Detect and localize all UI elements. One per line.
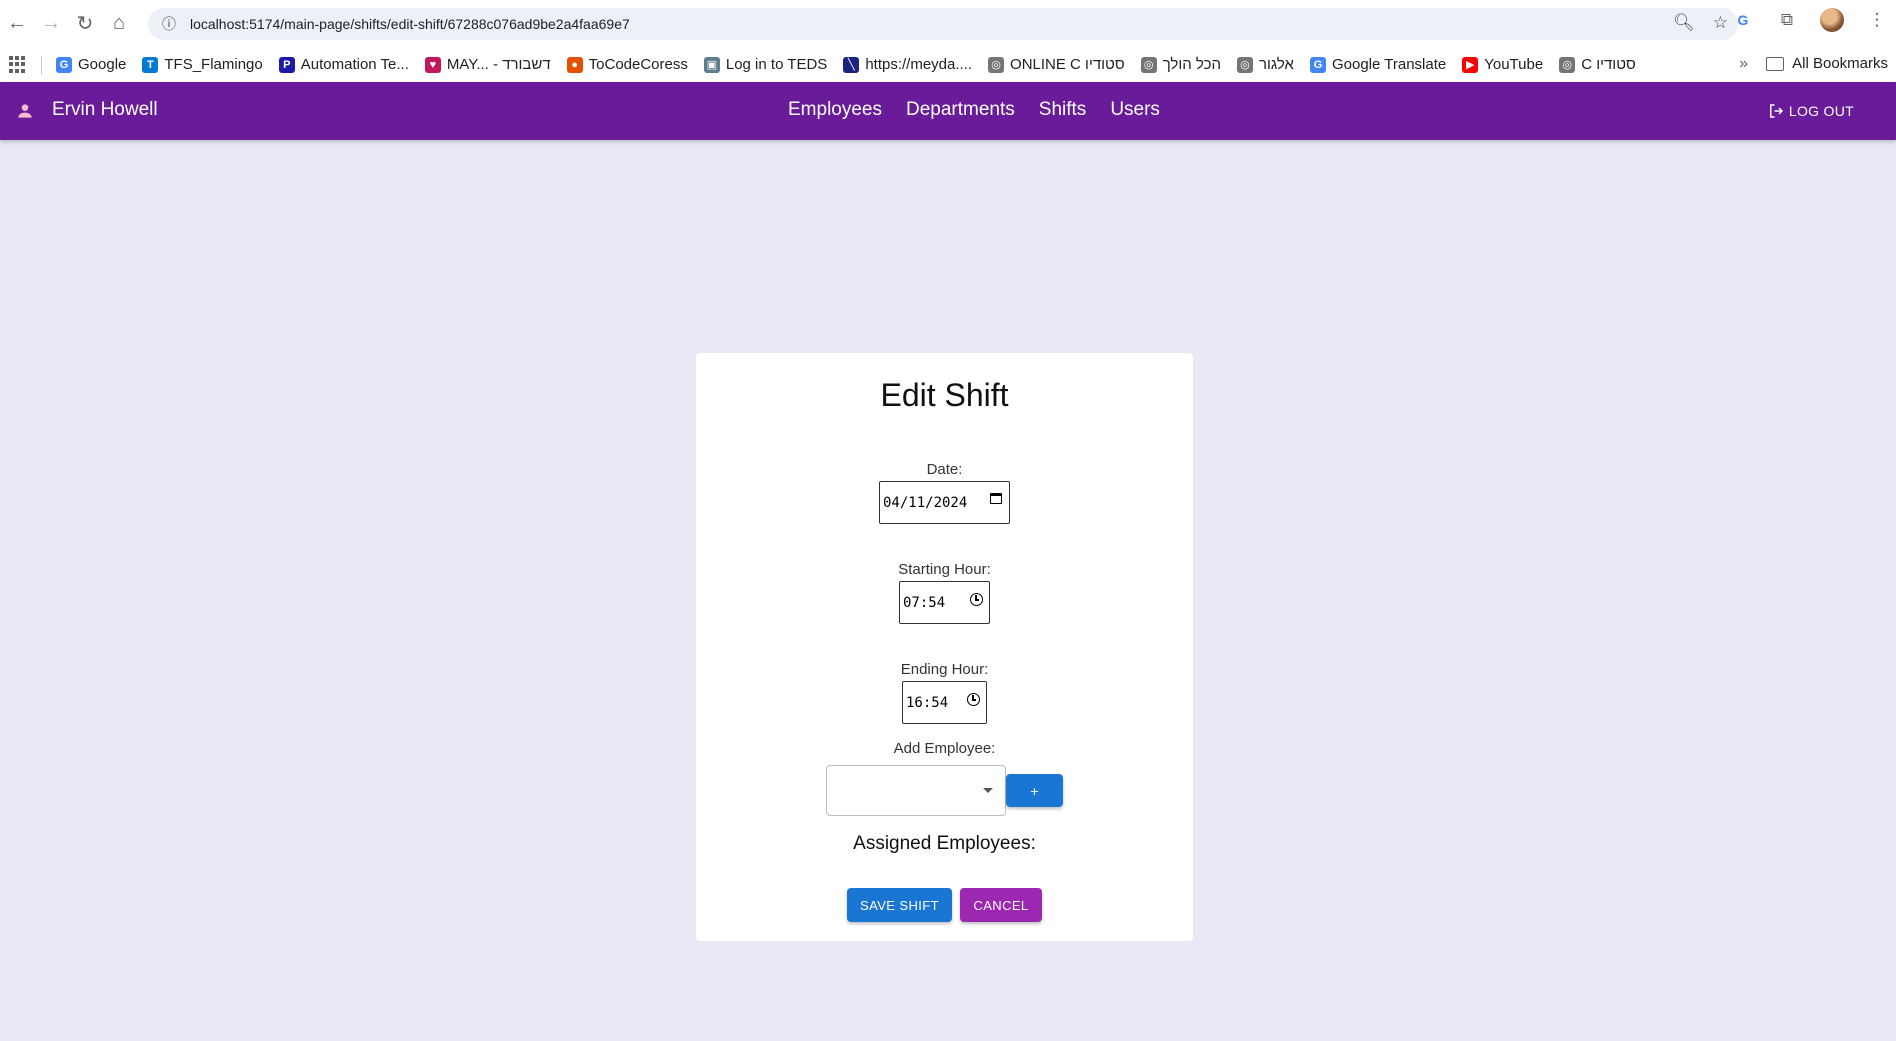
nav-employees[interactable]: Employees xyxy=(788,99,882,121)
clock-icon[interactable] xyxy=(967,693,980,706)
bookmark-item[interactable]: T TFS_Flamingo xyxy=(142,56,263,73)
bookmark-item[interactable]: ╲ https://meyda.... xyxy=(843,56,972,73)
folder-icon xyxy=(1766,56,1785,71)
logout-icon xyxy=(1769,104,1783,118)
cancel-button[interactable]: CANCEL xyxy=(960,888,1042,922)
logout-button[interactable]: LOG OUT xyxy=(1767,102,1854,120)
bookmark-label: Log in to TEDS xyxy=(725,56,828,73)
bookmark-favicon-icon: ◎ xyxy=(1140,56,1157,73)
nav-departments[interactable]: Departments xyxy=(906,99,1015,121)
end-hour-input[interactable]: 16:54 xyxy=(902,681,987,724)
zoom-icon[interactable]: 🔍︎ xyxy=(1673,13,1695,33)
site-info-icon[interactable]: ⓘ xyxy=(158,13,180,35)
start-hour-input[interactable]: 07:54 xyxy=(899,581,990,624)
bookmark-favicon-icon: T xyxy=(142,56,159,73)
all-bookmarks-button[interactable]: All Bookmarks xyxy=(1766,55,1888,72)
date-value: 04/11/2024 xyxy=(883,494,968,511)
all-bookmarks-label: All Bookmarks xyxy=(1792,55,1888,72)
user-name: Ervin Howell xyxy=(52,99,158,120)
edit-shift-card: Edit Shift Date: 04/11/2024 Starting Hou… xyxy=(696,353,1193,941)
bookmark-item[interactable]: P Automation Te... xyxy=(278,56,409,73)
bookmark-label: YouTube xyxy=(1484,56,1544,73)
bookmark-star-icon[interactable]: ☆ xyxy=(1713,13,1728,33)
bookmark-label: Automation Te... xyxy=(300,56,409,73)
end-hour-label: Ending Hour: xyxy=(900,661,989,678)
bookmark-item[interactable]: ▶ YouTube xyxy=(1462,56,1543,73)
bookmark-item[interactable]: ♥ MAY... - דשבורד xyxy=(424,56,551,73)
date-label: Date: xyxy=(926,461,963,478)
employee-select[interactable] xyxy=(826,765,1006,816)
bookmark-favicon-icon: ▶ xyxy=(1462,56,1479,73)
reload-icon[interactable]: ↻ xyxy=(68,7,102,41)
bookmark-favicon-icon: ▣ xyxy=(703,56,720,73)
profile-avatar[interactable] xyxy=(1820,8,1844,32)
bookmark-favicon-icon: G xyxy=(1309,56,1326,73)
bookmark-item[interactable]: ● ToCodeCoress xyxy=(566,56,688,73)
nav-users[interactable]: Users xyxy=(1110,99,1160,121)
bookmarks-bar: G Google T TFS_Flamingo P Automation Te... ♥ MA… xyxy=(0,47,1896,83)
bookmark-label: Google Translate xyxy=(1331,56,1447,73)
bookmark-favicon-icon: P xyxy=(278,56,295,73)
home-icon[interactable]: ⌂ xyxy=(102,7,136,41)
bookmark-favicon-icon: ◎ xyxy=(988,56,1005,73)
bookmark-item[interactable]: ◎ אלגור xyxy=(1236,56,1294,73)
end-hour-value: 16:54 xyxy=(906,694,949,711)
back-icon[interactable]: ← xyxy=(0,7,34,41)
bookmark-favicon-icon: G xyxy=(56,56,72,73)
bookmarks-separator xyxy=(41,55,42,74)
extensions-icon[interactable]: ⧉ xyxy=(1776,9,1798,31)
apps-icon[interactable] xyxy=(9,55,27,74)
forward-icon[interactable]: → xyxy=(34,7,68,41)
bookmark-item[interactable]: ◎ C סטודיו xyxy=(1559,56,1636,73)
start-hour-label: Starting Hour: xyxy=(898,561,991,578)
bookmark-item[interactable]: G Google xyxy=(56,56,126,73)
bookmark-label: הכל הולך xyxy=(1162,56,1221,73)
start-hour-value: 07:54 xyxy=(903,594,946,611)
bookmark-favicon-icon: ╲ xyxy=(843,56,860,73)
person-icon xyxy=(18,104,32,118)
bookmark-favicon-icon: ♥ xyxy=(424,56,441,73)
add-employee-button[interactable]: + xyxy=(1006,774,1063,807)
add-employee-label: Add Employee: xyxy=(893,740,996,757)
bookmark-label: TFS_Flamingo xyxy=(164,56,263,73)
bookmark-label: ONLINE C סטודיו xyxy=(1010,56,1125,73)
bookmark-item[interactable]: ▣ Log in to TEDS xyxy=(703,56,828,73)
browser-toolbar: ← → ↻ ⌂ ⓘ localhost:5174/main-page/shift… xyxy=(0,0,1896,47)
translate-icon[interactable]: G xyxy=(1732,9,1754,31)
calendar-icon[interactable] xyxy=(990,493,1002,504)
more-bookmarks-icon[interactable]: » xyxy=(1739,55,1748,73)
main-nav: Employees Departments Shifts Users xyxy=(788,99,1160,121)
date-input[interactable]: 04/11/2024 xyxy=(879,481,1010,524)
chevron-down-icon xyxy=(983,788,993,793)
bookmark-item[interactable]: ◎ הכל הולך xyxy=(1140,56,1221,73)
bookmark-item[interactable]: G Google Translate xyxy=(1309,56,1447,73)
bookmark-favicon-icon: ● xyxy=(566,56,583,73)
app-header: Ervin Howell Employees Departments Shift… xyxy=(0,82,1896,140)
bookmark-label: https://meyda.... xyxy=(865,56,973,73)
bookmark-label: אלגור xyxy=(1258,56,1294,73)
bookmark-label: ToCodeCoress xyxy=(588,56,688,73)
bookmark-favicon-icon: ◎ xyxy=(1236,56,1253,73)
url-text[interactable]: localhost:5174/main-page/shifts/edit-shi… xyxy=(190,16,630,32)
assigned-employees-title: Assigned Employees: xyxy=(853,833,1036,854)
address-bar[interactable]: ⓘ localhost:5174/main-page/shifts/edit-s… xyxy=(148,8,1738,40)
menu-icon[interactable]: ⋮ xyxy=(1866,9,1888,31)
bookmark-favicon-icon: ◎ xyxy=(1559,56,1576,73)
bookmark-label: Google xyxy=(78,56,127,73)
nav-shifts[interactable]: Shifts xyxy=(1039,99,1087,121)
clock-icon[interactable] xyxy=(970,593,983,606)
bookmark-label: C סטודיו xyxy=(1581,56,1636,73)
logout-label: LOG OUT xyxy=(1788,103,1854,119)
bookmark-label: MAY... - דשבורד xyxy=(446,56,551,73)
bookmark-item[interactable]: ◎ ONLINE C סטודיו xyxy=(988,56,1125,73)
save-shift-button[interactable]: SAVE SHIFT xyxy=(847,888,952,922)
page-title: Edit Shift xyxy=(880,377,1009,413)
